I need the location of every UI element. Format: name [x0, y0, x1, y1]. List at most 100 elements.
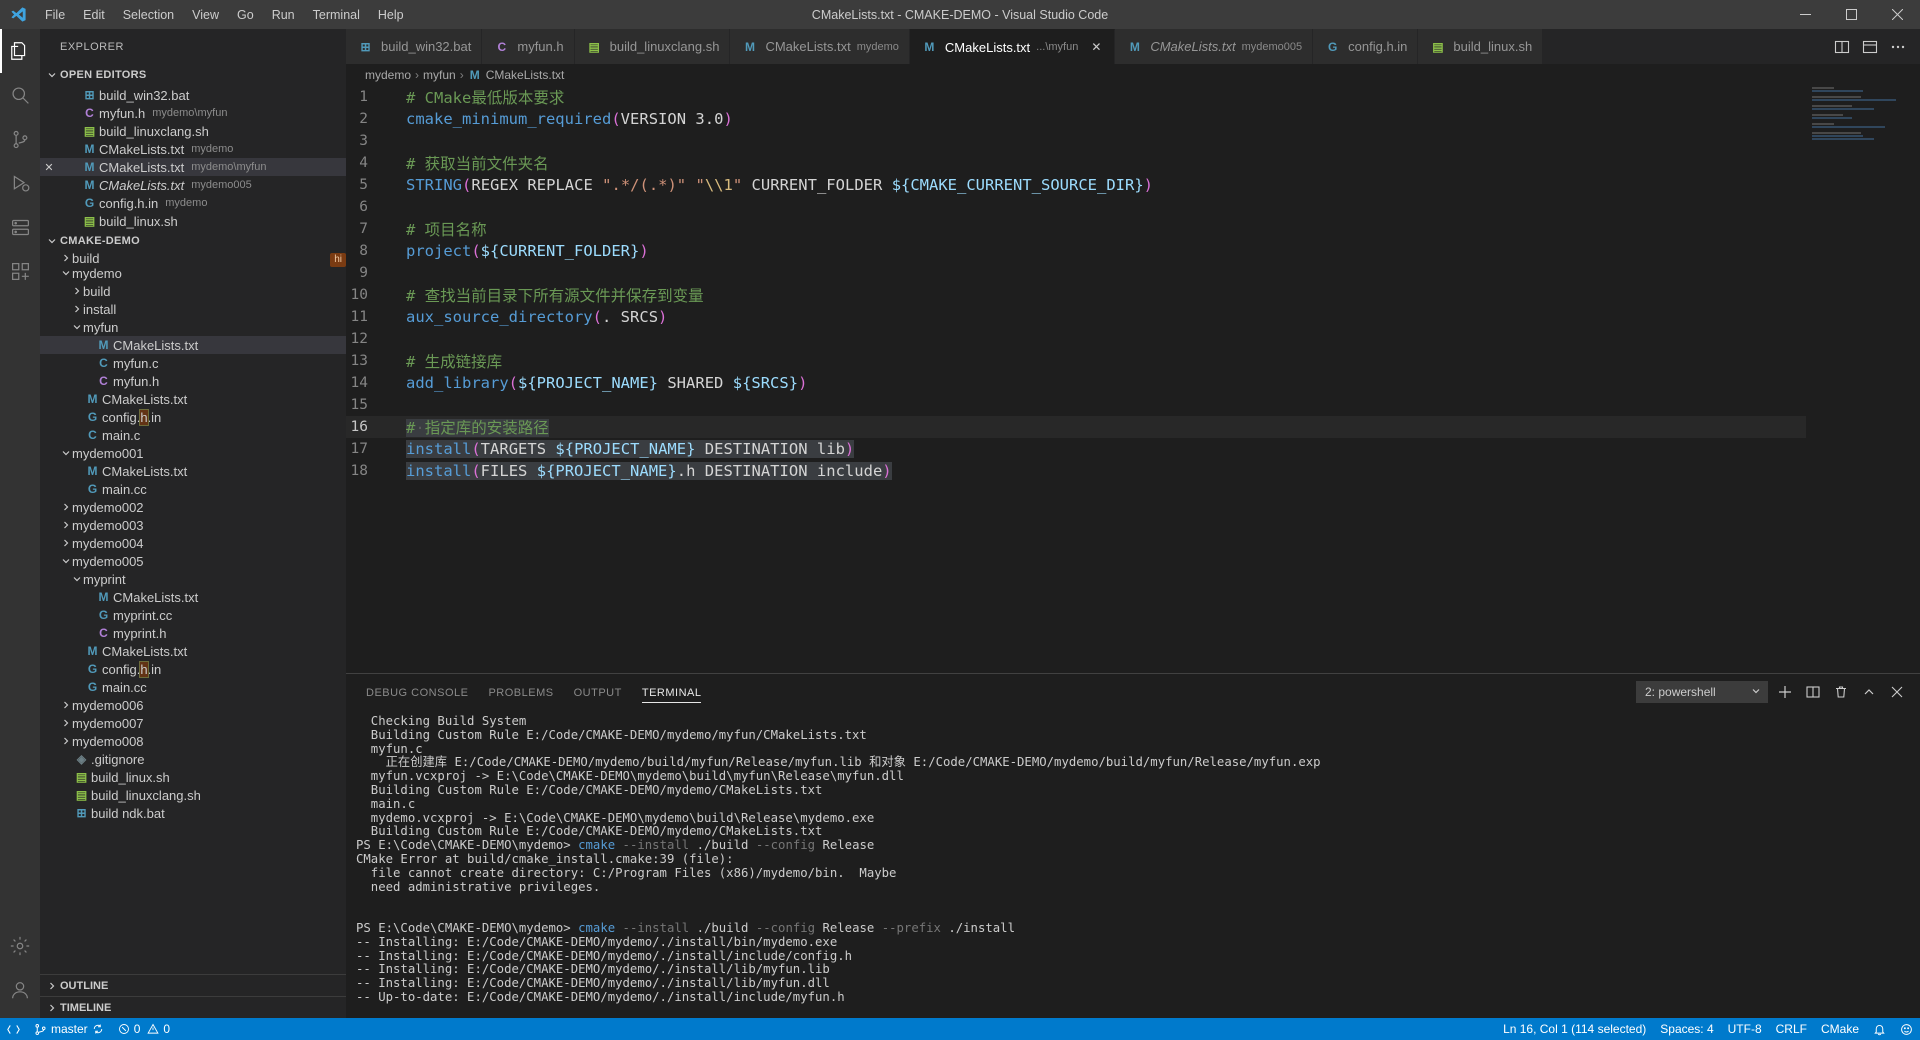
eol-setting[interactable]: CRLF: [1769, 1018, 1814, 1040]
editor-actions[interactable]: [1820, 29, 1920, 64]
file-tree-item[interactable]: mydemo005: [40, 552, 346, 570]
code-line[interactable]: 15: [346, 394, 1920, 416]
file-tree-item[interactable]: Cmyprint.h: [40, 624, 346, 642]
editor-scrollbar[interactable]: [1906, 86, 1920, 673]
maximize-button[interactable]: [1828, 0, 1874, 29]
file-tree-item[interactable]: mydemo001: [40, 444, 346, 462]
split-editor-icon[interactable]: [1830, 35, 1854, 59]
file-tree-item[interactable]: install: [40, 300, 346, 318]
indentation-setting[interactable]: Spaces: 4: [1653, 1018, 1720, 1040]
explorer-icon[interactable]: [0, 29, 40, 73]
terminal-select[interactable]: 2: powershell: [1636, 681, 1768, 703]
timeline-section-header[interactable]: TIMELINE: [40, 996, 346, 1018]
code-line[interactable]: 14add_library(${PROJECT_NAME} SHARED ${S…: [346, 372, 1920, 394]
file-tree-item[interactable]: mydemo006: [40, 696, 346, 714]
file-tree-item[interactable]: Gmyprint.cc: [40, 606, 346, 624]
code-line[interactable]: 2cmake_minimum_required(VERSION 3.0): [346, 108, 1920, 130]
menu-bar[interactable]: File Edit Selection View Go Run Terminal…: [36, 5, 413, 25]
editor-tab[interactable]: Cmyfun.h: [482, 29, 574, 64]
code-line[interactable]: 16#·指定库的安装路径: [346, 416, 1920, 438]
gear-icon[interactable]: [0, 924, 40, 968]
file-tree-item[interactable]: mydemo004: [40, 534, 346, 552]
breadcrumb-item-1[interactable]: myfun: [423, 68, 456, 82]
terminal-output[interactable]: Checking Build System Building Custom Ru…: [346, 709, 1920, 1018]
editor-tab[interactable]: ⊞build_win32.bat: [346, 29, 482, 64]
chevron-down-icon[interactable]: [59, 556, 72, 566]
editor-viewport[interactable]: 1# CMake最低版本要求2cmake_minimum_required(VE…: [346, 86, 1920, 673]
menu-go[interactable]: Go: [228, 5, 263, 25]
close-icon[interactable]: ✕: [40, 161, 58, 174]
open-changes-icon[interactable]: [1858, 35, 1882, 59]
menu-edit[interactable]: Edit: [74, 5, 114, 25]
chevron-down-icon[interactable]: [59, 448, 72, 458]
open-editors-list[interactable]: ⊞build_win32.batCmyfun.hmydemo\myfun ▤bui…: [40, 86, 346, 230]
open-editor-item[interactable]: ✕MCMakeLists.txtmydemo\myfun: [40, 158, 346, 176]
chevron-down-icon[interactable]: [70, 574, 83, 584]
close-panel-icon[interactable]: [1886, 681, 1908, 703]
tab-debug-console[interactable]: DEBUG CONSOLE: [366, 678, 468, 705]
menu-help[interactable]: Help: [369, 5, 413, 25]
file-tree-item[interactable]: myfun: [40, 318, 346, 336]
code-line[interactable]: 7# 项目名称: [346, 218, 1920, 240]
chevron-right-icon[interactable]: [59, 718, 72, 728]
file-tree-item[interactable]: build: [40, 282, 346, 300]
minimize-button[interactable]: [1782, 0, 1828, 29]
open-editor-item[interactable]: ⊞build_win32.bat: [40, 86, 346, 104]
file-tree-item[interactable]: MCMakeLists.txt: [40, 462, 346, 480]
file-tree-item[interactable]: Cmain.c: [40, 426, 346, 444]
feedback-smiley-icon[interactable]: [1893, 1018, 1920, 1040]
code-line[interactable]: 4# 获取当前文件夹名: [346, 152, 1920, 174]
editor-tab[interactable]: ▤build_linux.sh: [1418, 29, 1543, 64]
file-tree-item[interactable]: mydemo002: [40, 498, 346, 516]
accounts-icon[interactable]: [0, 968, 40, 1012]
chevron-down-icon[interactable]: [59, 268, 72, 278]
file-tree-item[interactable]: ▤build_linux.sh: [40, 768, 346, 786]
source-control-icon[interactable]: [0, 117, 40, 161]
notifications-bell-icon[interactable]: [1866, 1018, 1893, 1040]
file-tree-item[interactable]: MCMakeLists.txt: [40, 642, 346, 660]
code-line[interactable]: 18install(FILES ${PROJECT_NAME}.h DESTIN…: [346, 460, 1920, 482]
file-tree-item[interactable]: Gconfig.h.in: [40, 408, 346, 426]
panel-actions[interactable]: 2: powershell: [1636, 681, 1920, 703]
code-line[interactable]: 1# CMake最低版本要求: [346, 86, 1920, 108]
file-tree-item[interactable]: MCMakeLists.txt: [40, 588, 346, 606]
encoding-setting[interactable]: UTF-8: [1721, 1018, 1769, 1040]
file-tree-item[interactable]: mydemo: [40, 264, 346, 282]
file-tree-item[interactable]: Gconfig.h.in: [40, 660, 346, 678]
editor-tabs[interactable]: ⊞build_win32.batCmyfun.h▤build_linuxclan…: [346, 29, 1820, 64]
tab-close-icon[interactable]: ✕: [1088, 40, 1104, 54]
open-editor-item[interactable]: MCMakeLists.txtmydemo: [40, 140, 346, 158]
file-tree-item[interactable]: mydemo007: [40, 714, 346, 732]
file-tree-item[interactable]: MCMakeLists.txt: [40, 336, 346, 354]
cursor-position[interactable]: Ln 16, Col 1 (114 selected): [1496, 1018, 1653, 1040]
activity-bar[interactable]: [0, 29, 40, 1018]
editor-tab[interactable]: Gconfig.h.in: [1313, 29, 1418, 64]
open-editor-item[interactable]: MCMakeLists.txtmydemo005: [40, 176, 346, 194]
editor-tab[interactable]: MCMakeLists.txtmydemo: [730, 29, 909, 64]
file-tree-item[interactable]: MCMakeLists.txt: [40, 390, 346, 408]
file-tree-item[interactable]: ◈.gitignore: [40, 750, 346, 768]
language-mode[interactable]: CMake: [1814, 1018, 1866, 1040]
file-tree-item[interactable]: Gmain.cc: [40, 480, 346, 498]
open-editor-item[interactable]: ▤build_linux.sh: [40, 212, 346, 230]
code-line[interactable]: 11aux_source_directory(. SRCS): [346, 306, 1920, 328]
editor-tab[interactable]: MCMakeLists.txtmydemo005: [1115, 29, 1313, 64]
editor-tab[interactable]: MCMakeLists.txt...\myfun✕: [910, 29, 1115, 64]
breadcrumb-item-2[interactable]: CMakeLists.txt: [486, 68, 565, 82]
tab-output[interactable]: OUTPUT: [574, 678, 622, 705]
tab-terminal[interactable]: TERMINAL: [642, 678, 702, 705]
code-line[interactable]: 17install(TARGETS ${PROJECT_NAME} DESTIN…: [346, 438, 1920, 460]
menu-file[interactable]: File: [36, 5, 74, 25]
file-tree-item[interactable]: ▤build_linuxclang.sh: [40, 786, 346, 804]
new-terminal-icon[interactable]: [1774, 681, 1796, 703]
file-tree-item[interactable]: mydemo003: [40, 516, 346, 534]
chevron-right-icon[interactable]: [70, 304, 83, 314]
open-editor-item[interactable]: Cmyfun.hmydemo\myfun: [40, 104, 346, 122]
extensions-icon[interactable]: [0, 249, 40, 293]
code-line[interactable]: 13# 生成链接库: [346, 350, 1920, 372]
file-tree[interactable]: hi buildmydemobuildinstallmyfunMCMakeLis…: [40, 252, 346, 974]
branch-status[interactable]: master: [27, 1018, 111, 1040]
file-tree-item[interactable]: Gmain.cc: [40, 678, 346, 696]
code-editor[interactable]: 1# CMake最低版本要求2cmake_minimum_required(VE…: [346, 86, 1920, 673]
open-editor-item[interactable]: Gconfig.h.inmydemo: [40, 194, 346, 212]
